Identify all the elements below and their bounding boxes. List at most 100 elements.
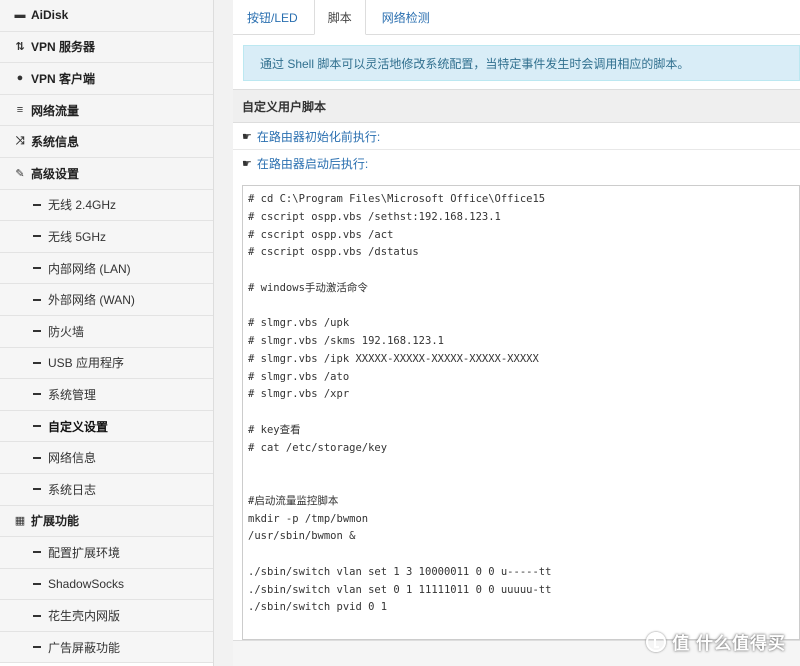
dash-icon — [33, 488, 41, 491]
script-line: # slmgr.vbs /ipk XXXXX-XXXXX-XXXXX-XXXXX… — [248, 352, 539, 365]
sidebar-item-8[interactable]: 内部网络 (LAN) — [0, 252, 213, 285]
section-title: 自定义用户脚本 — [242, 99, 327, 114]
hand-pointer-icon: ☛ — [242, 130, 252, 143]
sidebar-item-label: 无线 2.4GHz — [48, 198, 117, 213]
dash-icon — [33, 267, 41, 270]
tab-network-check[interactable]: 网络检测 — [368, 0, 444, 34]
list-icon: ≡ — [16, 104, 24, 117]
grid-icon: ▦ — [14, 515, 26, 528]
dash-icon — [33, 235, 41, 238]
dash-icon — [33, 551, 41, 554]
sidebar-item-label: 广告屏蔽功能 — [48, 640, 121, 655]
watermark-logo-icon — [646, 631, 667, 652]
script-line — [248, 298, 794, 316]
sidebar-item-label: 网络流量 — [31, 103, 80, 118]
pre-init-script-toggle[interactable]: ☛ 在路由器初始化前执行: — [233, 123, 800, 150]
dash-icon — [33, 203, 41, 206]
section-header: 自定义用户脚本 — [233, 89, 800, 123]
wrench-icon: ✎ — [15, 167, 25, 180]
sidebar-item-label: 自定义设置 — [48, 419, 109, 434]
script-line — [248, 404, 794, 422]
sidebar-item-4[interactable]: ⤨ 系统信息 — [0, 126, 213, 158]
sidebar-item-17[interactable]: 配置扩展环境 — [0, 537, 213, 569]
sidebar-item-19[interactable]: 花生壳内网版 — [0, 600, 213, 632]
vpn-server-icon: ⇅ — [15, 41, 25, 54]
script-line: # cat /etc/storage/key — [248, 441, 388, 454]
sidebar-item-1[interactable]: ⇅ VPN 服务器 — [0, 31, 213, 64]
sidebar-item-14[interactable]: 网络信息 — [0, 442, 213, 474]
script-line: #启动流量监控脚本 — [248, 494, 339, 507]
script-line: # slmgr.vbs /upk — [248, 317, 350, 330]
sidebar-item-13[interactable]: 自定义设置 — [0, 410, 213, 443]
pre-init-label: 在路由器初始化前执行: — [256, 129, 381, 144]
disk-icon: ▬ — [14, 9, 26, 22]
sidebar-item-2[interactable]: ● VPN 客户端 — [0, 63, 213, 95]
globe-icon: ● — [16, 72, 24, 85]
sidebar-item-label: 系统信息 — [31, 135, 80, 150]
sidebar-item-label: 防火墙 — [48, 324, 85, 339]
dash-icon — [33, 646, 41, 649]
sidebar-item-label: VPN 服务器 — [31, 40, 96, 55]
tab-bar: 按钮/LED 脚本 网络检测 — [233, 0, 800, 35]
dash-icon — [33, 582, 41, 585]
sidebar: ▬ AiDisk ⇅ VPN 服务器 ● VPN 客户端 ≡ 网络流量 ⤨ 系统信息 ✎ 高级设置无线… — [0, 0, 213, 666]
sidebar-item-5[interactable]: ✎ 高级设置 — [0, 157, 213, 190]
sidebar-item-16[interactable]: ▦ 扩展功能 — [0, 505, 213, 538]
script-line — [248, 457, 794, 475]
script-line: # key查看 — [248, 423, 301, 436]
sidebar-item-7[interactable]: 无线 5GHz — [0, 221, 213, 253]
sidebar-item-12[interactable]: 系统管理 — [0, 379, 213, 411]
sidebar-item-label: ShadowSocks — [48, 576, 125, 591]
script-line: # windows手动激活命令 — [248, 281, 368, 294]
sidebar-item-0[interactable]: ▬ AiDisk — [0, 0, 213, 32]
sidebar-item-label: 花生壳内网版 — [48, 609, 121, 624]
script-line: # cscript ospp.vbs /act — [248, 228, 394, 241]
info-text: 通过 Shell 脚本可以灵活地修改系统配置，当特定事件发生时会调用相应的脚本。 — [260, 56, 690, 71]
post-start-script-toggle[interactable]: ☛ 在路由器启动后执行: — [233, 150, 800, 177]
sidebar-item-label: 无线 5GHz — [48, 229, 107, 244]
script-line: # slmgr.vbs /xpr — [248, 388, 350, 401]
sidebar-item-label: 系统管理 — [48, 387, 97, 402]
sidebar-item-label: VPN 客户端 — [31, 71, 96, 86]
sidebar-item-label: 配置扩展环境 — [48, 545, 121, 560]
sidebar-divider — [213, 0, 233, 666]
sidebar-item-label: USB 应用程序 — [48, 356, 125, 371]
sidebar-item-11[interactable]: USB 应用程序 — [0, 347, 213, 380]
script-line: ./sbin/switch vlan set 1 3 10000011 0 0 … — [248, 565, 552, 578]
sidebar-item-label: 高级设置 — [31, 166, 80, 181]
script-line — [248, 546, 794, 564]
dash-icon — [33, 393, 41, 396]
sidebar-item-9[interactable]: 外部网络 (WAN) — [0, 284, 213, 316]
script-line: # cscript ospp.vbs /dstatus — [248, 246, 419, 259]
script-line: # slmgr.vbs /skms 192.168.123.1 — [248, 335, 444, 347]
info-alert: 通过 Shell 脚本可以灵活地修改系统配置，当特定事件发生时会调用相应的脚本。 — [243, 45, 800, 81]
sidebar-item-6[interactable]: 无线 2.4GHz — [0, 189, 213, 222]
sidebar-item-label: 扩展功能 — [31, 514, 80, 529]
dash-icon — [33, 614, 41, 617]
sidebar-item-3[interactable]: ≡ 网络流量 — [0, 94, 213, 127]
dash-icon — [33, 361, 41, 364]
watermark: 值 什么值得买 — [646, 629, 786, 654]
script-line: # slmgr.vbs /ato — [248, 370, 350, 383]
dash-icon — [33, 330, 41, 333]
tab-button-led[interactable]: 按钮/LED — [233, 0, 312, 34]
script-line: mkdir -p /tmp/bwmon — [248, 512, 369, 525]
sidebar-item-label: 外部网络 (WAN) — [48, 293, 135, 308]
sidebar-item-18[interactable]: ShadowSocks — [0, 568, 213, 601]
hand-pointer-icon: ☛ — [242, 158, 252, 170]
sidebar-item-20[interactable]: 广告屏蔽功能 — [0, 631, 213, 664]
script-line — [248, 262, 794, 280]
tab-scripts[interactable]: 脚本 — [313, 0, 366, 35]
post-start-script-textarea[interactable]: # cd C:\Program Files\Microsoft Office\O… — [242, 185, 800, 640]
sidebar-item-label: 内部网络 (LAN) — [48, 261, 131, 276]
dash-icon — [33, 425, 41, 428]
script-line: # cscript ospp.vbs /sethst:192.168.123.1 — [248, 210, 501, 223]
sidebar-item-15[interactable]: 系统日志 — [0, 473, 213, 506]
sidebar-item-10[interactable]: 防火墙 — [0, 315, 213, 348]
script-line — [248, 475, 794, 493]
dash-icon — [33, 298, 41, 301]
script-line: /usr/sbin/bwmon & — [248, 530, 356, 543]
script-line: ./sbin/switch pvid 0 1 — [248, 601, 388, 614]
script-line: ./sbin/switch vlan set 0 1 11111011 0 0 … — [248, 583, 552, 596]
sidebar-item-label: 网络信息 — [48, 451, 97, 466]
